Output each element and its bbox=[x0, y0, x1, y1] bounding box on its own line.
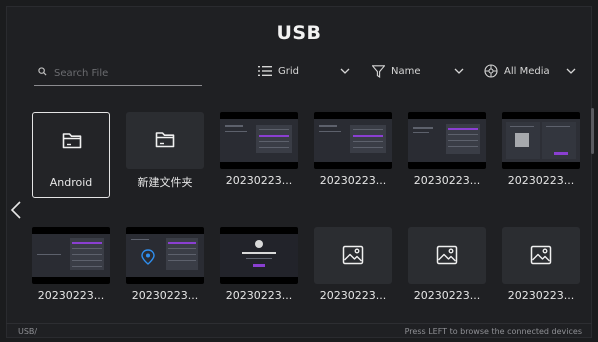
sort-dropdown[interactable]: Name bbox=[372, 60, 464, 82]
file-name: 20230223... bbox=[37, 289, 105, 302]
screenshot-thumbnail bbox=[126, 227, 204, 284]
search-box[interactable] bbox=[34, 61, 202, 86]
file-name: 20230223... bbox=[413, 289, 481, 302]
page-title: USB bbox=[276, 22, 322, 44]
filter-icon bbox=[372, 64, 385, 78]
scrollbar[interactable] bbox=[591, 108, 594, 154]
view-mode-label: Grid bbox=[278, 65, 299, 77]
media-type-label: All Media bbox=[504, 65, 550, 77]
image-icon bbox=[436, 245, 458, 265]
file-name: 20230223... bbox=[319, 174, 387, 187]
search-input[interactable] bbox=[52, 64, 196, 82]
screenshot-thumbnail bbox=[502, 112, 580, 169]
screenshot-thumbnail bbox=[314, 112, 392, 169]
view-mode-dropdown[interactable]: Grid bbox=[258, 60, 350, 82]
grid-item-screenshot[interactable]: 20230223... bbox=[314, 112, 392, 198]
file-name: 20230223... bbox=[319, 289, 387, 302]
chevron-down-icon bbox=[566, 68, 576, 74]
image-icon bbox=[530, 245, 552, 265]
thumbnail bbox=[126, 112, 204, 169]
chevron-left-icon[interactable] bbox=[10, 200, 22, 220]
search-icon bbox=[38, 67, 47, 76]
file-name: 20230223... bbox=[413, 174, 481, 187]
thumbnail bbox=[33, 113, 111, 170]
file-name: 20230223... bbox=[507, 174, 575, 187]
media-icon bbox=[484, 64, 498, 78]
screenshot-thumbnail bbox=[32, 227, 110, 284]
file-name: 新建文件夹 bbox=[137, 176, 193, 189]
screenshot-thumbnail bbox=[408, 112, 486, 169]
media-type-dropdown[interactable]: All Media bbox=[484, 60, 576, 82]
screenshot-thumbnail bbox=[220, 227, 298, 284]
grid-item-image[interactable]: 20230223... bbox=[408, 227, 486, 313]
grid-item-folder[interactable]: 新建文件夹 bbox=[126, 112, 204, 198]
grid-item-screenshot[interactable]: 20230223... bbox=[220, 227, 298, 313]
grid-item-folder[interactable]: Android bbox=[32, 112, 110, 198]
grid-item-image[interactable]: 20230223... bbox=[502, 227, 580, 313]
grid-item-screenshot[interactable]: 20230223... bbox=[408, 112, 486, 198]
folder-icon bbox=[155, 132, 175, 148]
breadcrumb: USB/ bbox=[18, 327, 38, 336]
chevron-down-icon bbox=[454, 68, 464, 74]
grid-item-screenshot[interactable]: 20230223... bbox=[502, 112, 580, 198]
image-icon bbox=[342, 245, 364, 265]
status-bar: USB/ Press LEFT to browse the connected … bbox=[6, 323, 592, 339]
file-name: 20230223... bbox=[507, 289, 575, 302]
navigation-hint: Press LEFT to browse the connected devic… bbox=[404, 327, 582, 336]
location-pin-icon bbox=[141, 249, 155, 265]
file-name: 20230223... bbox=[225, 174, 293, 187]
sort-label: Name bbox=[391, 65, 421, 77]
screenshot-thumbnail bbox=[220, 112, 298, 169]
grid-item-screenshot[interactable]: 20230223... bbox=[126, 227, 204, 313]
file-name: Android bbox=[49, 176, 93, 189]
thumbnail bbox=[502, 227, 580, 284]
grid-item-screenshot[interactable]: 20230223... bbox=[32, 227, 110, 313]
chevron-down-icon bbox=[340, 68, 350, 74]
grid-item-image[interactable]: 20230223... bbox=[314, 227, 392, 313]
list-icon bbox=[258, 66, 272, 76]
grid-item-screenshot[interactable]: 20230223... bbox=[220, 112, 298, 198]
file-name: 20230223... bbox=[225, 289, 293, 302]
folder-icon bbox=[62, 133, 82, 149]
thumbnail bbox=[408, 227, 486, 284]
file-name: 20230223... bbox=[131, 289, 199, 302]
thumbnail bbox=[314, 227, 392, 284]
